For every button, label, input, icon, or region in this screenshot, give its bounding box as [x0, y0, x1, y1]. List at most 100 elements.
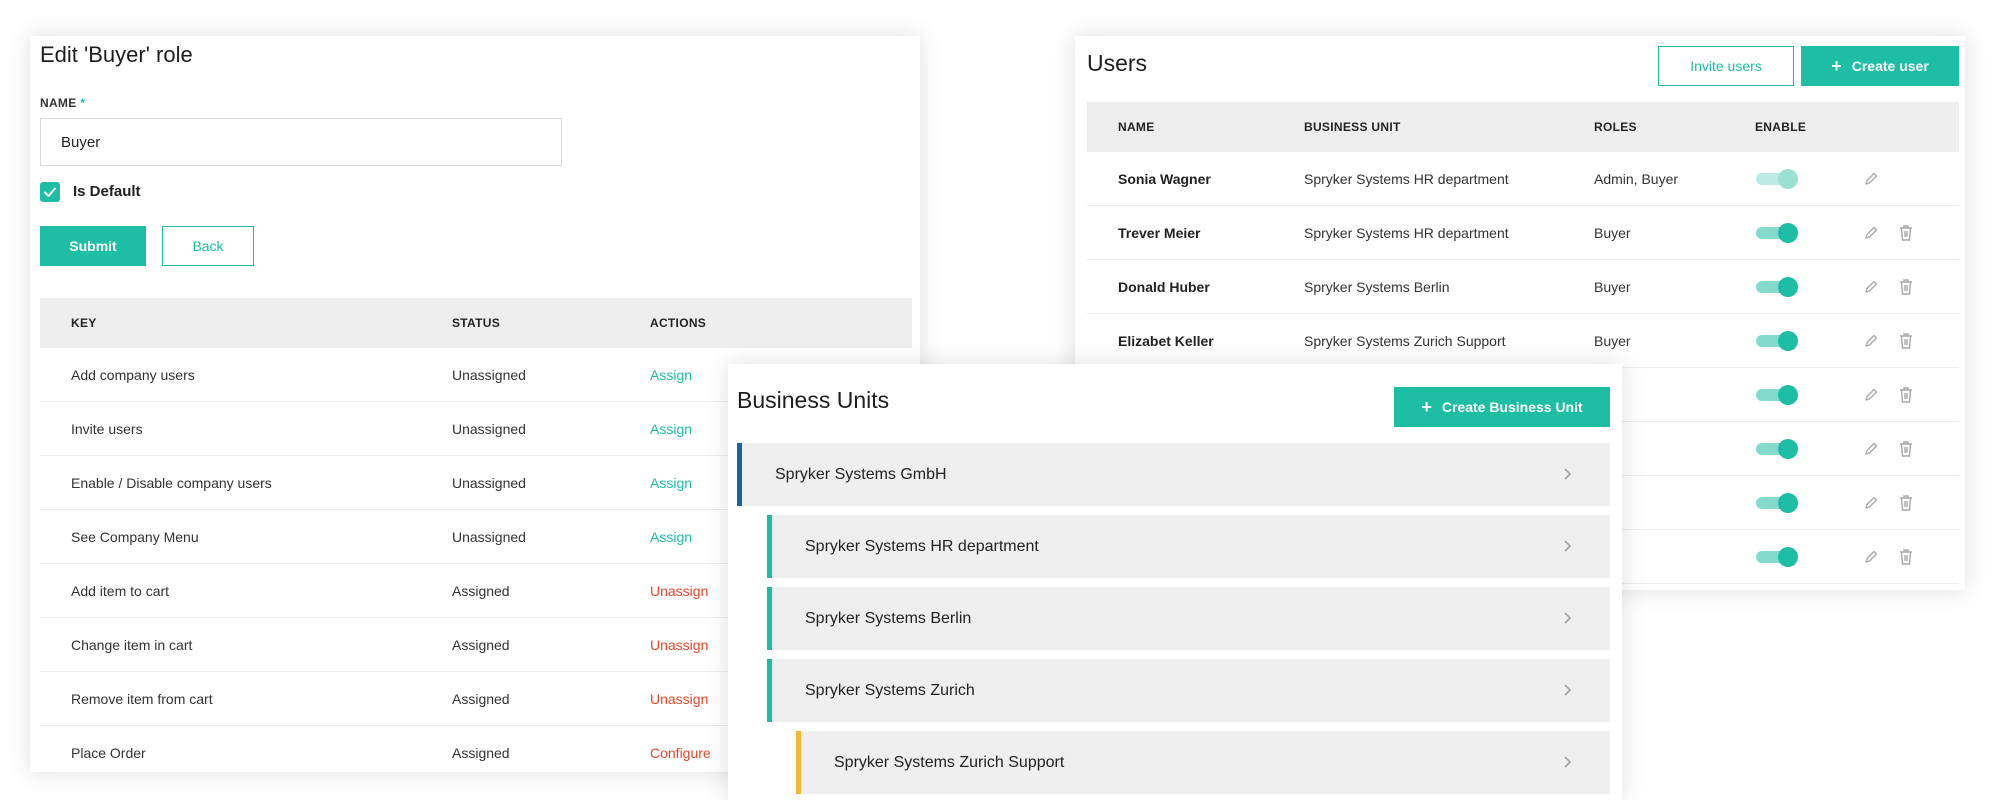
unassign-link[interactable]: Unassign — [650, 672, 708, 726]
trash-icon[interactable] — [1897, 493, 1915, 513]
permission-key: Invite users — [71, 421, 143, 437]
user-name: Elizabet Keller — [1118, 333, 1214, 349]
enable-toggle[interactable] — [1756, 385, 1798, 405]
trash-icon[interactable] — [1897, 385, 1915, 405]
business-unit-item[interactable]: Spryker Systems HR department — [767, 515, 1610, 578]
name-field-label: NAME * — [40, 96, 85, 110]
column-header-business-unit: BUSINESS UNIT — [1304, 120, 1401, 134]
enable-toggle[interactable] — [1756, 277, 1798, 297]
trash-icon[interactable] — [1897, 331, 1915, 351]
permission-key: Add item to cart — [71, 583, 170, 599]
user-roles: Buyer — [1594, 225, 1631, 241]
chevron-right-icon — [1564, 540, 1572, 552]
chevron-right-icon — [1564, 612, 1572, 624]
column-header-roles: ROLES — [1594, 120, 1637, 134]
table-row: Sonia Wagner Spryker Systems HR departme… — [1087, 152, 1959, 206]
column-header-key: KEY — [71, 316, 97, 330]
create-user-button[interactable]: + Create user — [1801, 46, 1959, 86]
business-unit-label: Spryker Systems Berlin — [805, 610, 972, 627]
unassign-link[interactable]: Unassign — [650, 564, 708, 618]
permission-key: Change item in cart — [71, 637, 193, 653]
business-unit-label: Spryker Systems HR department — [805, 538, 1039, 555]
page-title: Edit 'Buyer' role — [40, 42, 193, 67]
business-unit-label: Spryker Systems Zurich Support — [834, 754, 1065, 771]
edit-icon[interactable] — [1862, 548, 1880, 566]
enable-toggle[interactable] — [1756, 493, 1798, 513]
back-button[interactable]: Back — [162, 226, 254, 266]
user-roles: Buyer — [1594, 333, 1631, 349]
business-unit-item[interactable]: Spryker Systems Berlin — [767, 587, 1610, 650]
configure-link[interactable]: Configure — [650, 726, 711, 780]
enable-toggle[interactable] — [1756, 439, 1798, 459]
user-name: Sonia Wagner — [1118, 171, 1211, 187]
enable-toggle[interactable] — [1756, 223, 1798, 243]
is-default-label: Is Default — [73, 183, 141, 200]
is-default-checkbox[interactable] — [40, 182, 60, 202]
column-header-name: NAME — [1118, 120, 1155, 134]
permission-status: Assigned — [452, 583, 510, 599]
assign-link[interactable]: Assign — [650, 402, 692, 456]
name-input[interactable] — [40, 118, 562, 166]
permission-key: Add company users — [71, 367, 195, 383]
edit-icon[interactable] — [1862, 332, 1880, 350]
user-name: Donald Huber — [1118, 279, 1210, 295]
column-header-enable: ENABLE — [1755, 120, 1807, 134]
permission-key: See Company Menu — [71, 529, 199, 545]
users-table-header: NAME BUSINESS UNIT ROLES ENABLE — [1087, 102, 1959, 152]
user-business-unit: Spryker Systems HR department — [1304, 171, 1509, 187]
trash-icon[interactable] — [1897, 223, 1915, 243]
invite-users-button[interactable]: Invite users — [1658, 46, 1794, 86]
check-icon — [44, 187, 56, 197]
create-business-unit-label: Create Business Unit — [1441, 399, 1583, 415]
enable-toggle[interactable] — [1756, 331, 1798, 351]
table-row: Elizabet Keller Spryker Systems Zurich S… — [1087, 314, 1959, 368]
permission-key: Place Order — [71, 745, 146, 761]
plus-icon: + — [1831, 56, 1842, 76]
user-business-unit: Spryker Systems Zurich Support — [1304, 333, 1506, 349]
table-row: Donald Huber Spryker Systems Berlin Buye… — [1087, 260, 1959, 314]
business-units-panel: Business Units + Create Business Unit Sp… — [728, 364, 1622, 800]
business-unit-item[interactable]: Spryker Systems Zurich Support — [796, 731, 1610, 794]
permission-status: Unassigned — [452, 475, 526, 491]
user-business-unit: Spryker Systems Berlin — [1304, 279, 1450, 295]
user-roles: Admin, Buyer — [1594, 171, 1679, 187]
assign-link[interactable]: Assign — [650, 456, 692, 510]
table-row: Trever Meier Spryker Systems HR departme… — [1087, 206, 1959, 260]
plus-icon: + — [1421, 397, 1432, 417]
business-unit-label: Spryker Systems Zurich — [805, 682, 975, 699]
users-title: Users — [1087, 50, 1148, 76]
business-unit-item[interactable]: Spryker Systems GmbH — [737, 443, 1610, 506]
edit-icon[interactable] — [1862, 386, 1880, 404]
user-business-unit: Spryker Systems HR department — [1304, 225, 1509, 241]
unassign-link[interactable]: Unassign — [650, 618, 708, 672]
edit-icon[interactable] — [1862, 440, 1880, 458]
business-units-title: Business Units — [737, 387, 890, 413]
permissions-table-header: KEY STATUS ACTIONS — [40, 298, 912, 348]
name-label-text: NAME — [40, 96, 77, 110]
trash-icon[interactable] — [1897, 277, 1915, 297]
column-header-status: STATUS — [452, 316, 501, 330]
enable-toggle[interactable] — [1756, 169, 1798, 189]
enable-toggle[interactable] — [1756, 547, 1798, 567]
edit-icon[interactable] — [1862, 170, 1880, 188]
permission-status: Assigned — [452, 637, 510, 653]
column-header-actions: ACTIONS — [650, 316, 707, 330]
trash-icon[interactable] — [1897, 547, 1915, 567]
assign-link[interactable]: Assign — [650, 510, 692, 564]
edit-icon[interactable] — [1862, 278, 1880, 296]
user-name: Trever Meier — [1118, 225, 1201, 241]
permission-key: Enable / Disable company users — [71, 475, 272, 491]
edit-icon[interactable] — [1862, 224, 1880, 242]
trash-icon[interactable] — [1897, 439, 1915, 459]
edit-icon[interactable] — [1862, 494, 1880, 512]
create-business-unit-button[interactable]: + Create Business Unit — [1394, 387, 1610, 427]
business-unit-item[interactable]: Spryker Systems Zurich — [767, 659, 1610, 722]
permission-status: Unassigned — [452, 529, 526, 545]
assign-link[interactable]: Assign — [650, 348, 692, 402]
create-user-label: Create user — [1851, 58, 1929, 74]
chevron-right-icon — [1564, 684, 1572, 696]
user-roles: Buyer — [1594, 279, 1631, 295]
permission-status: Unassigned — [452, 367, 526, 383]
permission-status: Assigned — [452, 691, 510, 707]
submit-button[interactable]: Submit — [40, 226, 146, 266]
